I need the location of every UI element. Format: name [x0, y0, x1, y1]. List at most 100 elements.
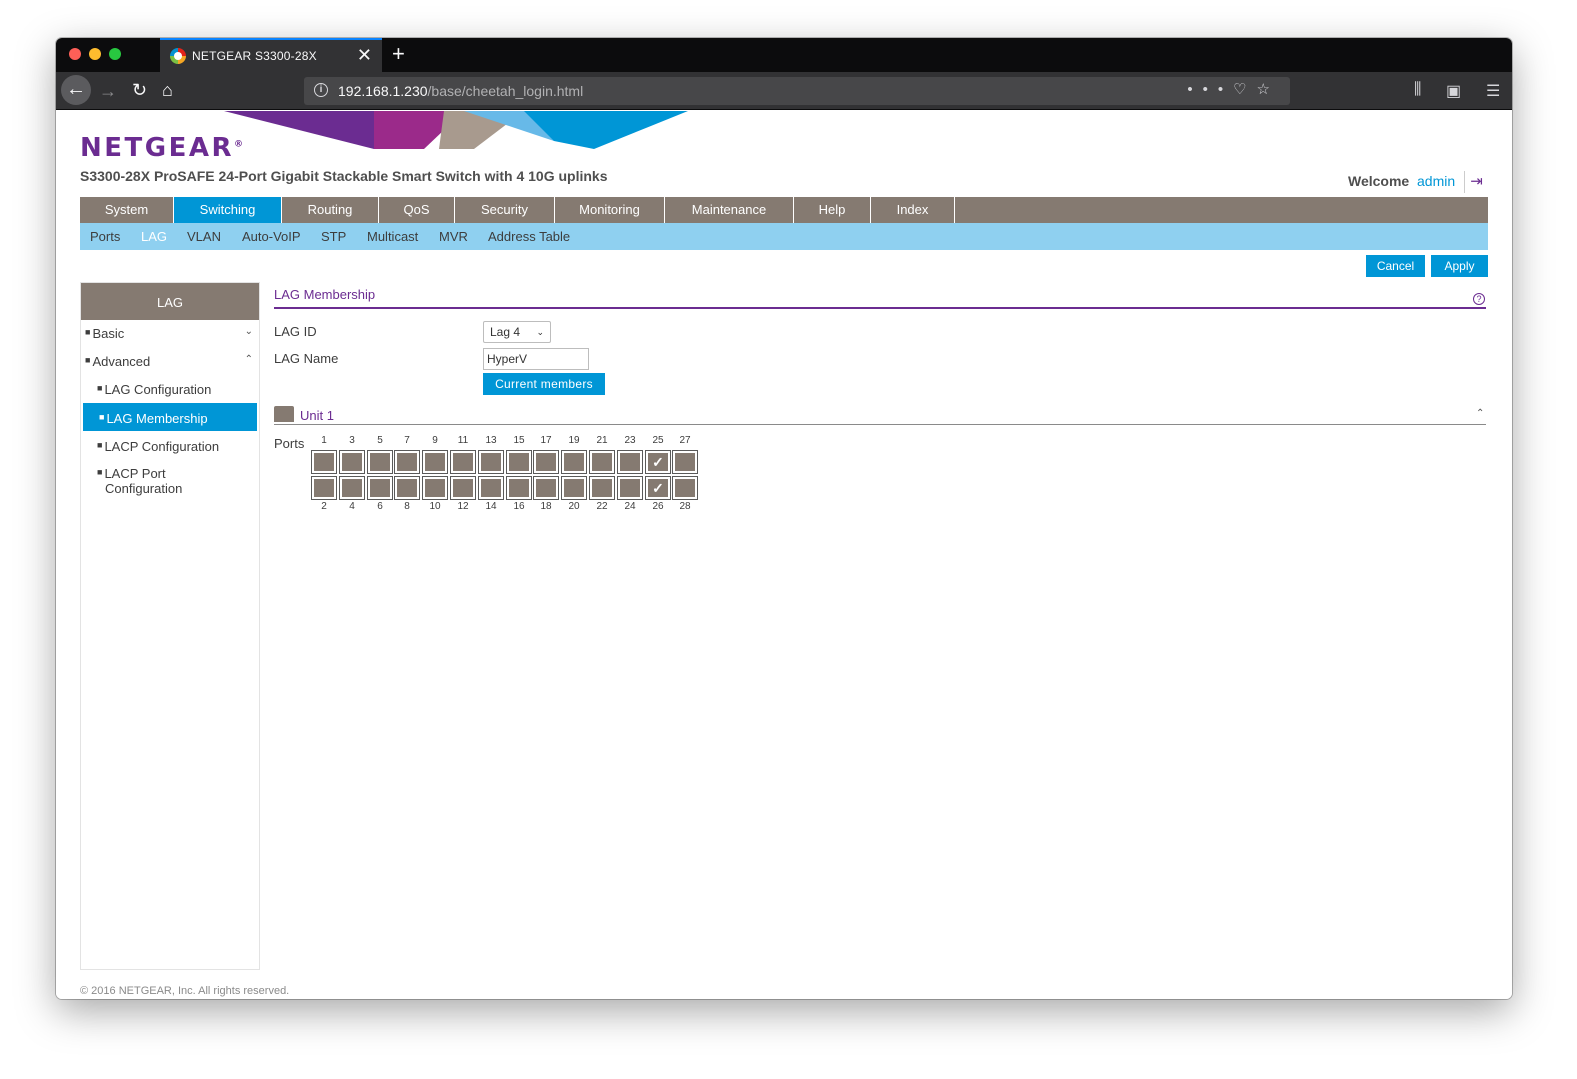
main-nav-system[interactable]: System [80, 197, 174, 223]
sidebar-item-advanced[interactable]: ■ Advanced ⌃ [81, 354, 259, 372]
main-nav-monitoring[interactable]: Monitoring [555, 197, 665, 223]
copyright-footer: © 2016 NETGEAR, Inc. All rights reserved… [80, 985, 290, 997]
port-26-toggle[interactable]: ✓ [645, 476, 671, 500]
port-27-toggle[interactable] [672, 450, 698, 474]
reload-icon[interactable]: ↻ [132, 81, 147, 99]
library-icon[interactable]: ⫼ [1414, 81, 1421, 99]
sub-nav-auto-voip[interactable]: Auto-VoIP [242, 223, 301, 250]
sidebar-title: LAG [81, 283, 259, 320]
port-14-toggle[interactable] [478, 476, 504, 500]
port-28-toggle[interactable] [672, 476, 698, 500]
main-nav-switching[interactable]: Switching [174, 197, 282, 223]
main-nav-help[interactable]: Help [794, 197, 871, 223]
close-window-button[interactable] [69, 48, 81, 60]
port-number-label: 22 [596, 501, 608, 512]
current-members-button[interactable]: Current members [483, 373, 605, 395]
port-2-toggle[interactable] [311, 476, 337, 500]
sub-nav-mvr[interactable]: MVR [439, 223, 468, 250]
port-9-toggle[interactable] [422, 450, 448, 474]
browser-tab[interactable]: NETGEAR S3300-28X ✕ [160, 38, 382, 72]
port-23-toggle[interactable] [617, 450, 643, 474]
port-7-toggle[interactable] [394, 450, 420, 474]
minimize-window-button[interactable] [89, 48, 101, 60]
main-nav-security[interactable]: Security [455, 197, 555, 223]
page-actions[interactable]: •••♡☆ [1187, 80, 1280, 98]
port-number-label: 9 [432, 435, 438, 446]
help-icon[interactable]: ? [1473, 293, 1485, 305]
port-18-toggle[interactable] [533, 476, 559, 500]
pocket-icon[interactable]: ♡ [1233, 81, 1256, 98]
port-12-toggle[interactable] [450, 476, 476, 500]
sub-nav-multicast[interactable]: Multicast [367, 223, 418, 250]
lag-id-select[interactable]: Lag 4 ⌄ [483, 321, 551, 343]
port-number-label: 2 [321, 501, 327, 512]
sub-nav-stp[interactable]: STP [321, 223, 346, 250]
port-number-label: 15 [513, 435, 525, 446]
sub-nav: Ports LAG VLAN Auto-VoIP STP Multicast M… [80, 223, 1488, 250]
zoom-window-button[interactable] [109, 48, 121, 60]
port-21-toggle[interactable] [589, 450, 615, 474]
port-17-toggle[interactable] [533, 450, 559, 474]
main-nav-maintenance[interactable]: Maintenance [665, 197, 794, 223]
main-nav-routing[interactable]: Routing [282, 197, 379, 223]
sub-nav-lag[interactable]: LAG [141, 223, 167, 250]
back-arrow-icon[interactable]: ← [61, 75, 91, 105]
port-15-toggle[interactable] [506, 450, 532, 474]
more-actions-icon[interactable]: ••• [1187, 81, 1233, 98]
new-tab-icon[interactable]: + [392, 41, 405, 67]
port-number-label: 12 [457, 501, 469, 512]
unit-label[interactable]: Unit 1 [300, 408, 334, 423]
bookmark-star-icon[interactable]: ☆ [1257, 81, 1280, 98]
user-link[interactable]: admin [1417, 173, 1455, 189]
browser-window: NETGEAR S3300-28X ✕ + ← → ↻ ⌂ i 192.168.… [56, 38, 1512, 999]
sidebar-item-basic[interactable]: ■ Basic ⌄ [81, 326, 259, 344]
port-13-toggle[interactable] [478, 450, 504, 474]
page-title: LAG Membership [274, 287, 376, 302]
sidebar-item-lacp-configuration[interactable]: ■ LACP Configuration [81, 439, 259, 457]
port-19-toggle[interactable] [561, 450, 587, 474]
port-number-label: 28 [679, 501, 691, 512]
sidebar-toggle-icon[interactable]: ▣ [1446, 81, 1461, 101]
forward-arrow-icon[interactable]: → [99, 82, 117, 100]
sidebar-item-lag-configuration[interactable]: ■ LAG Configuration [81, 382, 259, 400]
logout-icon[interactable]: ⇥ [1464, 171, 1488, 193]
url-path: /base/cheetah_login.html [427, 83, 584, 99]
url-text[interactable]: 192.168.1.230/base/cheetah_login.html [338, 83, 583, 99]
port-20-toggle[interactable] [561, 476, 587, 500]
port-10-toggle[interactable] [422, 476, 448, 500]
port-number-label: 14 [485, 501, 497, 512]
menu-icon[interactable]: ☰ [1486, 81, 1500, 101]
url-host: 192.168.1.230 [338, 83, 428, 99]
sub-nav-ports[interactable]: Ports [90, 223, 120, 250]
port-8-toggle[interactable] [394, 476, 420, 500]
port-3-toggle[interactable] [339, 450, 365, 474]
close-tab-icon[interactable]: ✕ [357, 45, 372, 65]
main-nav-qos[interactable]: QoS [379, 197, 455, 223]
apply-button[interactable]: Apply [1431, 255, 1488, 277]
port-4-toggle[interactable] [339, 476, 365, 500]
main-nav-index[interactable]: Index [871, 197, 955, 223]
home-icon[interactable]: ⌂ [162, 81, 173, 99]
port-16-toggle[interactable] [506, 476, 532, 500]
port-11-toggle[interactable] [450, 450, 476, 474]
cancel-button[interactable]: Cancel [1366, 255, 1425, 277]
unit-divider [274, 424, 1486, 425]
port-6-toggle[interactable] [367, 476, 393, 500]
port-1-toggle[interactable] [311, 450, 337, 474]
port-5-toggle[interactable] [367, 450, 393, 474]
info-icon[interactable]: i [314, 83, 328, 97]
bullet-icon: ■ [85, 355, 91, 365]
sub-nav-address-table[interactable]: Address Table [488, 223, 570, 250]
sidebar-item-lacp-port-configuration[interactable]: ■ LACP Port Configuration [81, 465, 259, 499]
lag-name-input[interactable] [483, 348, 589, 370]
lag-name-label: LAG Name [274, 351, 339, 366]
sidebar-item-lag-membership[interactable]: ■ LAG Membership [83, 403, 257, 431]
sub-nav-vlan[interactable]: VLAN [187, 223, 221, 250]
port-24-toggle[interactable] [617, 476, 643, 500]
port-22-toggle[interactable] [589, 476, 615, 500]
welcome-text: Welcome [1348, 173, 1410, 189]
port-25-toggle[interactable]: ✓ [645, 450, 671, 474]
url-bar[interactable]: i 192.168.1.230/base/cheetah_login.html … [304, 77, 1290, 105]
port-number-label: 4 [349, 501, 355, 512]
chevron-up-icon[interactable]: ⌃ [1476, 408, 1484, 419]
